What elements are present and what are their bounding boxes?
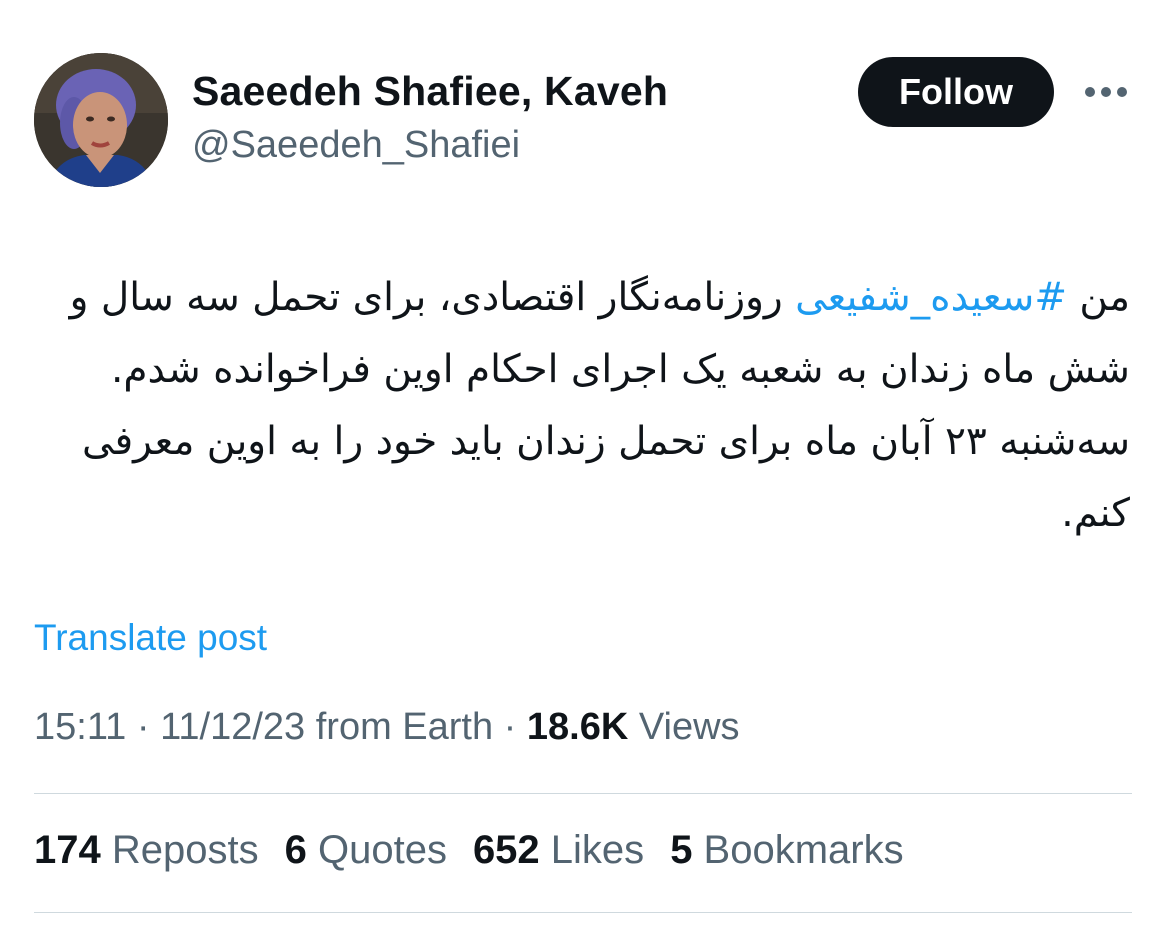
- bookmarks-label: Bookmarks: [692, 828, 904, 872]
- ellipsis-icon: [1085, 87, 1127, 97]
- post-location: from Earth: [305, 706, 494, 748]
- quotes-label: Quotes: [306, 828, 447, 872]
- likes-stat[interactable]: 652 Likes: [473, 828, 644, 873]
- engagement-stats: 174 Reposts 6 Quotes 652 Likes 5 Bookmar…: [34, 828, 930, 873]
- hashtag-link[interactable]: #سعیده_شفیعی: [795, 275, 1067, 320]
- follow-button[interactable]: Follow: [858, 57, 1054, 127]
- views-count: 18.6K: [526, 706, 629, 748]
- profile-photo-icon: [34, 53, 168, 187]
- more-options-button[interactable]: [1080, 76, 1132, 108]
- meta-separator: ·: [493, 706, 527, 748]
- bookmarks-stat[interactable]: 5 Bookmarks: [670, 828, 903, 873]
- divider: [34, 912, 1132, 913]
- meta-separator: ·: [126, 706, 161, 748]
- avatar[interactable]: [34, 53, 168, 187]
- likes-label: Likes: [539, 828, 645, 872]
- likes-count: 652: [472, 828, 540, 872]
- quotes-stat[interactable]: 6 Quotes: [285, 828, 447, 873]
- bookmarks-count: 5: [670, 828, 693, 872]
- post-text-start: من: [1067, 275, 1130, 320]
- reposts-count: 174: [34, 828, 101, 872]
- quotes-count: 6: [284, 828, 307, 872]
- post-time[interactable]: 15:11: [34, 706, 126, 748]
- divider: [34, 793, 1132, 794]
- post-date[interactable]: 11/12/23: [160, 706, 305, 748]
- post-text: من #سعیده_شفیعی روزنامه‌نگار اقتصادی، بر…: [40, 262, 1130, 550]
- views-label: Views: [628, 706, 740, 748]
- post-meta: 15:11 · 11/12/23 from Earth · 18.6K View…: [34, 706, 740, 749]
- author-display-name[interactable]: Saeedeh Shafiee, Kaveh: [192, 68, 668, 115]
- reposts-stat[interactable]: 174 Reposts: [34, 828, 259, 873]
- translate-post-link[interactable]: Translate post: [34, 617, 267, 659]
- author-handle[interactable]: @Saeedeh_Shafiei: [192, 124, 520, 167]
- reposts-label: Reposts: [100, 828, 259, 872]
